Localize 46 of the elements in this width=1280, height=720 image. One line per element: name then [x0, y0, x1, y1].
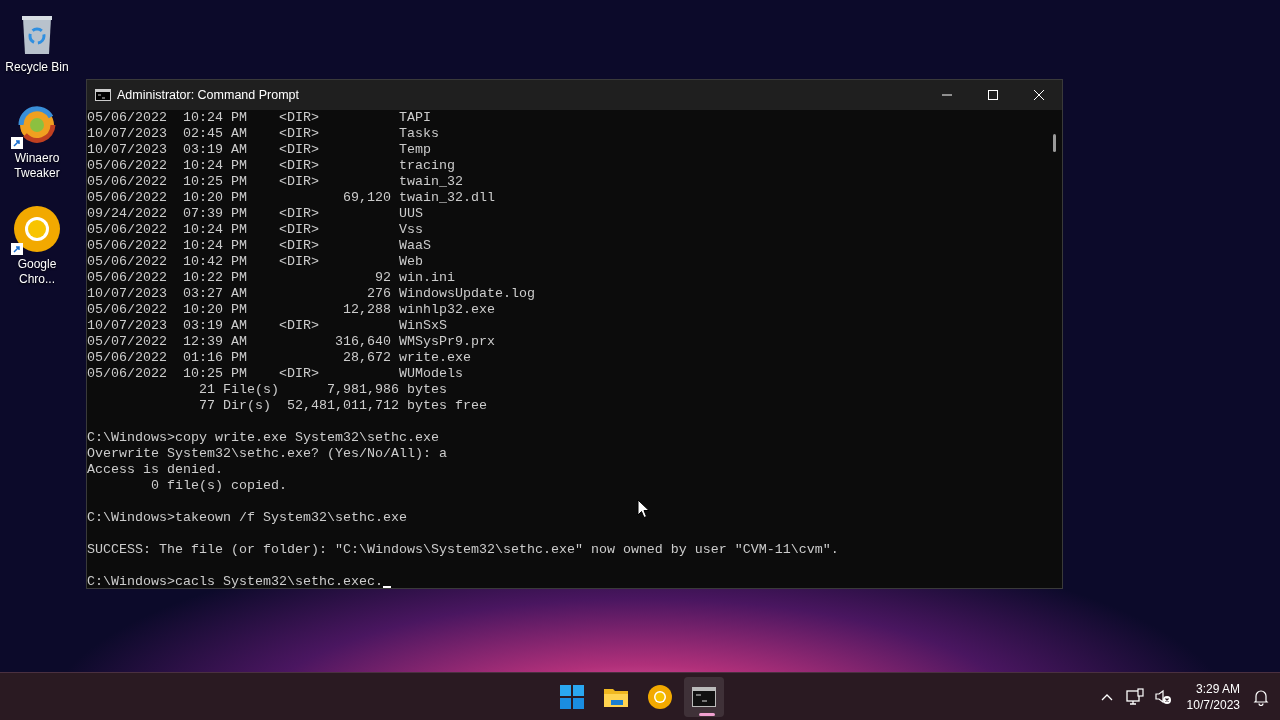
console-line: 0 file(s) copied. — [150, 478, 287, 494]
clock-time[interactable]: 3:29 AM — [1195, 680, 1240, 697]
window-title: Administrator: Command Prompt — [117, 86, 299, 104]
clock-date[interactable]: 10/7/2023 — [1186, 696, 1240, 713]
console-line: 10/07/2023 03:19 AM <DIR> Temp — [87, 142, 431, 158]
network-icon[interactable] — [1125, 687, 1144, 706]
console-line: 09/24/2022 07:39 PM <DIR> UUS — [87, 206, 423, 222]
mouse-pointer-icon — [637, 499, 650, 519]
console-line: 05/06/2022 10:20 PM 12,288 winhlp32.exe — [87, 302, 495, 318]
console-line: Access is denied. — [87, 462, 223, 478]
console-line: 21 File(s) 7,981,986 bytes — [197, 382, 447, 398]
console-line: 77 Dir(s) 52,481,011,712 bytes free — [197, 398, 487, 414]
console-line: C:\Windows>copy write.exe System32\sethc.exe — [87, 430, 439, 446]
folder-icon — [603, 686, 629, 708]
console-icon — [95, 89, 111, 101]
console-line: 05/06/2022 10:20 PM 69,120 twain_32.dll — [87, 190, 495, 206]
desktop-icon-label[interactable]: Google Chro... — [1, 257, 73, 287]
console-line: C:\Windows>takeown /f System32\sethc.exe — [87, 510, 407, 526]
chrome-icon — [648, 685, 672, 709]
console-line: Overwrite System32\sethc.exe? (Yes/No/All): a — [87, 446, 447, 462]
muted-speaker-icon[interactable] — [1153, 687, 1172, 706]
console-line: 10/07/2023 03:27 AM 276 WindowsUpdate.log — [87, 286, 535, 302]
start-icon — [560, 685, 584, 709]
scrollbar-thumb[interactable] — [1053, 134, 1056, 152]
desktop-icon-label[interactable]: Winaero Tweaker — [1, 151, 73, 181]
chrome-icon — [13, 205, 61, 253]
console-line: 05/06/2022 10:24 PM <DIR> TAPI — [87, 110, 431, 126]
console-line: 10/07/2023 02:45 AM <DIR> Tasks — [87, 126, 439, 142]
close-icon — [1034, 90, 1044, 100]
console-line: 05/06/2022 10:24 PM <DIR> tracing — [87, 158, 455, 174]
maximize-icon — [988, 90, 998, 100]
console-icon — [692, 687, 716, 707]
console-line: 05/06/2022 10:24 PM <DIR> WaaS — [87, 238, 431, 254]
console-line: 05/06/2022 10:25 PM <DIR> twain_32 — [87, 174, 463, 190]
console-line: 05/06/2022 10:22 PM 92 win.ini — [87, 270, 455, 286]
console-line: 05/06/2022 10:42 PM <DIR> Web — [87, 254, 423, 270]
console-line: C:\Windows>cacls System32\sethc.exec. — [87, 574, 383, 588]
console-line: 05/06/2022 01:16 PM 28,672 write.exe — [87, 350, 471, 366]
console-line: 10/07/2023 03:19 AM <DIR> WinSxS — [87, 318, 447, 334]
console-line: 05/07/2022 12:39 AM 316,640 WMSysPr9.prx — [87, 334, 495, 350]
console-line: SUCCESS: The file (or folder): "C:\Windows\System32\sethc.exe" now owned by user "CVM-11\cvm". — [87, 542, 839, 558]
desktop-icon-label[interactable]: Recycle Bin — [1, 60, 73, 75]
notification-bell-icon[interactable] — [1252, 687, 1270, 706]
console-line: 05/06/2022 10:24 PM <DIR> Vss — [87, 222, 423, 238]
taskbar-button[interactable] — [684, 677, 724, 717]
console-line: 05/06/2022 10:25 PM <DIR> WUModels — [87, 366, 463, 382]
